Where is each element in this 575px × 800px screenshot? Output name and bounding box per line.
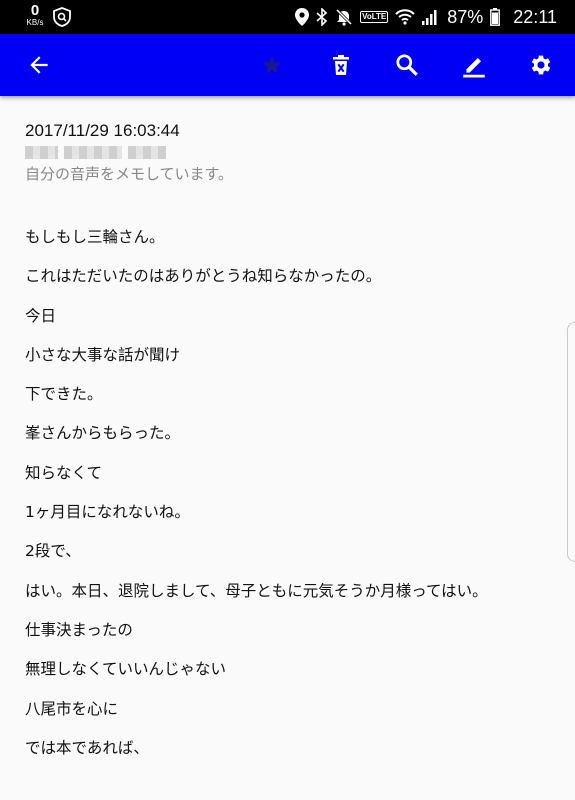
clock-time: 22:11 xyxy=(513,6,557,27)
status-bar: 0 KB/s VoLTE 87% 22:11 xyxy=(0,0,575,34)
network-speed: 0 KB/s xyxy=(24,3,46,27)
transcript-line: はい。本日、退院しまして、母子ともに元気そうか月様ってはい。 xyxy=(25,581,488,600)
network-speed-value: 0 xyxy=(30,2,40,19)
memo-timestamp: 2017/11/29 16:03:44 xyxy=(25,121,180,140)
delete-icon xyxy=(333,55,349,75)
bluetooth-icon xyxy=(316,8,328,26)
signal-icon xyxy=(422,9,438,25)
transcript-line: 無理しなくていいんじゃない xyxy=(25,660,227,679)
transcript-line: 八尾市を心に xyxy=(25,699,119,718)
transcript-line: 1ヶ月目になれないね。 xyxy=(25,503,190,522)
search-button[interactable] xyxy=(391,49,423,81)
edit-icon xyxy=(463,57,485,78)
delete-button[interactable] xyxy=(325,49,357,81)
back-arrow-icon xyxy=(30,56,48,74)
transcript-line: 2段で、 xyxy=(25,542,81,561)
edit-button[interactable] xyxy=(458,49,490,81)
network-speed-unit: KB/s xyxy=(26,18,44,27)
battery-percentage: 87% xyxy=(447,6,484,27)
transcript-line: では本であれば、 xyxy=(25,738,149,757)
memo-header: 2017/11/29 16:03:44 自分の音声をメモしています。 xyxy=(25,120,545,184)
battery-icon xyxy=(490,8,501,26)
location-icon xyxy=(295,8,310,26)
redacted-text xyxy=(25,144,545,160)
star-icon xyxy=(262,56,282,74)
back-button[interactable] xyxy=(23,49,55,81)
memo-note: 自分の音声をメモしています。 xyxy=(25,165,234,183)
mute-icon xyxy=(335,8,353,26)
transcript-line: 知らなくて xyxy=(25,463,103,482)
wifi-icon xyxy=(395,9,415,25)
search-icon xyxy=(396,54,418,76)
settings-icon xyxy=(531,55,551,75)
settings-button[interactable] xyxy=(525,49,557,81)
transcript-line: 峯さんからもらった。 xyxy=(25,424,181,443)
app-toolbar xyxy=(0,34,575,96)
transcript-line: 仕事決まったの xyxy=(25,620,133,639)
favorite-button[interactable] xyxy=(256,49,288,81)
shield-app-icon xyxy=(52,7,72,31)
transcript-line: もしもし三輪さん。 xyxy=(25,228,165,246)
transcript-line: これはただいたのはありがとうね知らなかったの。 xyxy=(25,267,382,286)
transcript-line: 小さな大事な話が聞け xyxy=(25,345,181,364)
scroll-indicator[interactable] xyxy=(567,322,575,562)
transcript-line: 今日 xyxy=(25,306,57,325)
volte-badge: VoLTE xyxy=(360,11,389,23)
transcript-text: もしもし三輪さん。 これはただいたのはありがとうね知らなかったの。 今日 小さな… xyxy=(25,226,555,776)
transcript-line: 下できた。 xyxy=(25,385,103,404)
